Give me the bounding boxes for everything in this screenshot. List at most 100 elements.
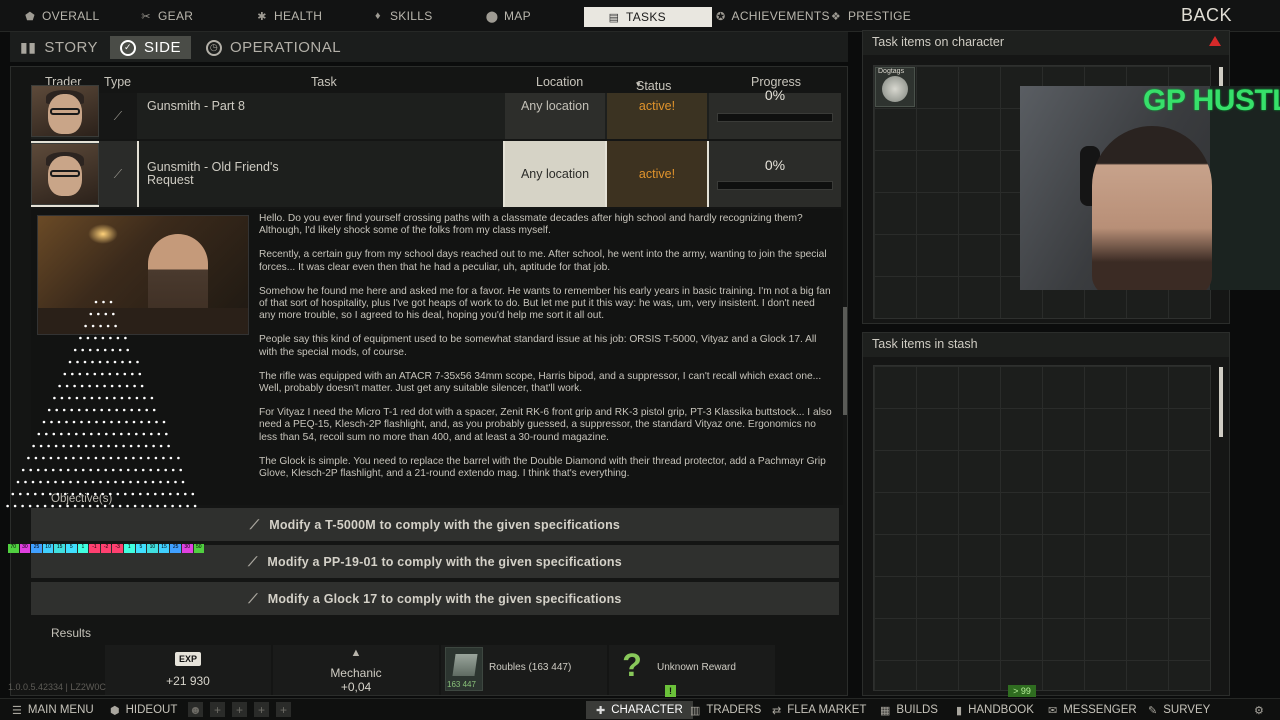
main-menu-button[interactable]: ☰ MAIN MENU bbox=[12, 701, 94, 719]
tasks-icon: ▤ bbox=[608, 11, 620, 24]
health-icon: ✱ bbox=[257, 10, 267, 23]
overlay-dot bbox=[88, 384, 91, 388]
tab-health[interactable]: ✱ HEALTH bbox=[232, 6, 348, 26]
table-row[interactable]: ⟋ Gunsmith - Part 8 Any location active!… bbox=[31, 85, 841, 139]
overlay-dot bbox=[123, 372, 127, 376]
gear-icon: ✂ bbox=[141, 10, 151, 23]
color-strip-cell: 5 bbox=[135, 544, 147, 553]
wrench-icon: ⟋ bbox=[248, 590, 258, 606]
survey-button[interactable]: ✎ SURVEY bbox=[1148, 701, 1210, 719]
description-text: Hello. Do you ever find yourself crossin… bbox=[259, 213, 834, 492]
chevron-down-icon: ▾ bbox=[636, 79, 641, 89]
reputation-trader: Mechanic bbox=[330, 666, 382, 680]
overlay-dot bbox=[149, 468, 152, 472]
overlay-dot bbox=[95, 384, 99, 388]
tab-skills[interactable]: ♦ SKILLS bbox=[348, 6, 464, 26]
dogtag-item[interactable]: Dogtags bbox=[875, 67, 915, 107]
color-strip-cell: 10 bbox=[147, 544, 158, 553]
overlay-dot bbox=[90, 432, 93, 436]
rewards-list: EXP +21 930 ▲ Mechanic +0,04 163 447 Rou… bbox=[37, 645, 835, 695]
overlay-dot bbox=[103, 384, 106, 388]
tab-side[interactable]: ✓ SIDE bbox=[110, 36, 192, 59]
overlay-dot bbox=[98, 396, 101, 400]
overlay-dot bbox=[181, 480, 185, 484]
overlay-dot bbox=[92, 444, 95, 448]
reward-exp: EXP +21 930 bbox=[105, 645, 271, 695]
builds-button[interactable]: ▦ BUILDS bbox=[880, 701, 938, 719]
overlay-dot bbox=[90, 396, 94, 400]
flea-market-button[interactable]: ⇄ FLEA MARKET bbox=[772, 701, 866, 719]
overlay-dot bbox=[54, 444, 58, 448]
check-icon: ✓ bbox=[120, 39, 136, 56]
overlay-dot bbox=[126, 348, 129, 352]
column-header-type[interactable]: Type bbox=[104, 75, 131, 89]
quick-slot-add-icon[interactable]: + bbox=[254, 702, 269, 717]
overlay-dot bbox=[174, 480, 177, 484]
overlay-dot bbox=[124, 336, 127, 340]
dogtag-icon bbox=[882, 76, 908, 102]
settings-button[interactable]: ⚙ bbox=[1254, 701, 1264, 719]
color-strip-cell: 15 bbox=[54, 544, 65, 553]
stash-items-scrollbar[interactable] bbox=[1219, 367, 1223, 437]
tab-achievements[interactable]: ✪ ACHIEVEMENTS bbox=[692, 6, 830, 26]
quick-slot-add-icon[interactable]: + bbox=[232, 702, 247, 717]
overlay-dot bbox=[100, 408, 103, 412]
quick-slot-skull-icon[interactable]: ☻ bbox=[188, 702, 203, 717]
quick-slot-add-icon[interactable]: + bbox=[276, 702, 291, 717]
tab-story[interactable]: ▮▮ STORY bbox=[20, 36, 98, 59]
overlay-dot bbox=[150, 396, 154, 400]
tab-prestige[interactable]: ❖ PRESTIGE bbox=[806, 6, 936, 26]
messenger-button[interactable]: ✉ MESSENGER bbox=[1048, 701, 1137, 719]
tab-gear[interactable]: ✂ GEAR bbox=[116, 6, 232, 26]
hideout-button[interactable]: ⬢ HIDEOUT bbox=[110, 701, 177, 719]
overlay-dot bbox=[138, 372, 142, 376]
messenger-icon: ✉ bbox=[1048, 704, 1058, 717]
overlay-dot bbox=[117, 420, 121, 424]
tab-label: HEALTH bbox=[274, 9, 323, 23]
overlay-dot bbox=[157, 432, 161, 436]
warning-icon bbox=[1209, 36, 1221, 46]
overlay-dot bbox=[137, 408, 141, 412]
objective-item: ⟋ Modify a Glock 17 to comply with the gi… bbox=[31, 582, 839, 615]
overlay-dot bbox=[27, 456, 30, 460]
tab-label: PRESTIGE bbox=[848, 9, 912, 23]
reward-reputation: ▲ Mechanic +0,04 bbox=[273, 645, 439, 695]
overlay-dot bbox=[73, 348, 77, 352]
quick-slot-add-icon[interactable]: + bbox=[210, 702, 225, 717]
top-navigation: ⬟ OVERALL ✂ GEAR ✱ HEALTH ♦ SKILLS ⬤ MAP ▤ TAS… bbox=[0, 0, 1280, 32]
color-strip-cell: 50 bbox=[193, 544, 205, 553]
roubles-item[interactable]: 163 447 bbox=[445, 647, 483, 691]
overlay-dot bbox=[89, 312, 93, 316]
back-button[interactable]: BACK bbox=[1181, 5, 1232, 26]
overlay-dot bbox=[117, 456, 120, 460]
overlay-dot bbox=[96, 348, 99, 352]
task-scrollbar[interactable] bbox=[843, 307, 847, 415]
overlay-dot bbox=[6, 504, 9, 508]
column-header-location[interactable]: Location bbox=[536, 75, 583, 89]
overlay-dot bbox=[29, 468, 32, 472]
overlay-dot bbox=[91, 480, 95, 484]
overlay-dot bbox=[94, 456, 98, 460]
reward-roubles[interactable]: 163 447 Roubles (163 447) bbox=[441, 645, 607, 695]
character-button[interactable]: ✚ CHARACTER bbox=[586, 701, 693, 719]
objective-text: Modify a T-5000M to comply with the give… bbox=[269, 517, 621, 532]
overlay-color-strip: 70 30 25 10 15 5 1 -1 -2 -3 1 5 10 15 25 30 50 bbox=[8, 544, 205, 553]
overlay-dot bbox=[42, 420, 46, 424]
tab-map[interactable]: ⬤ MAP bbox=[462, 6, 582, 26]
handbook-button[interactable]: ▮ HANDBOOK bbox=[956, 701, 1034, 719]
overlay-dot bbox=[96, 468, 100, 472]
table-row-selected[interactable]: ⟋ Gunsmith - Old Friend's Request Any lo… bbox=[31, 141, 841, 207]
tab-operational[interactable]: ◷ OPERATIONAL bbox=[206, 36, 341, 59]
column-header-task[interactable]: Task bbox=[311, 75, 337, 89]
overlay-dot bbox=[101, 492, 105, 496]
task-status: active! bbox=[607, 141, 707, 207]
stash-items-grid[interactable] bbox=[873, 365, 1211, 691]
traders-button[interactable]: ▥ TRADERS bbox=[690, 701, 761, 719]
color-strip-cell: 30 bbox=[19, 544, 31, 553]
color-strip-cell: -2 bbox=[100, 544, 112, 553]
reputation-icon: ▲ bbox=[350, 647, 362, 659]
overlay-dot bbox=[68, 396, 71, 400]
button-label: SURVEY bbox=[1163, 704, 1211, 716]
tab-overall[interactable]: ⬟ OVERALL bbox=[0, 6, 128, 26]
color-strip-cell: 70 bbox=[8, 544, 19, 553]
